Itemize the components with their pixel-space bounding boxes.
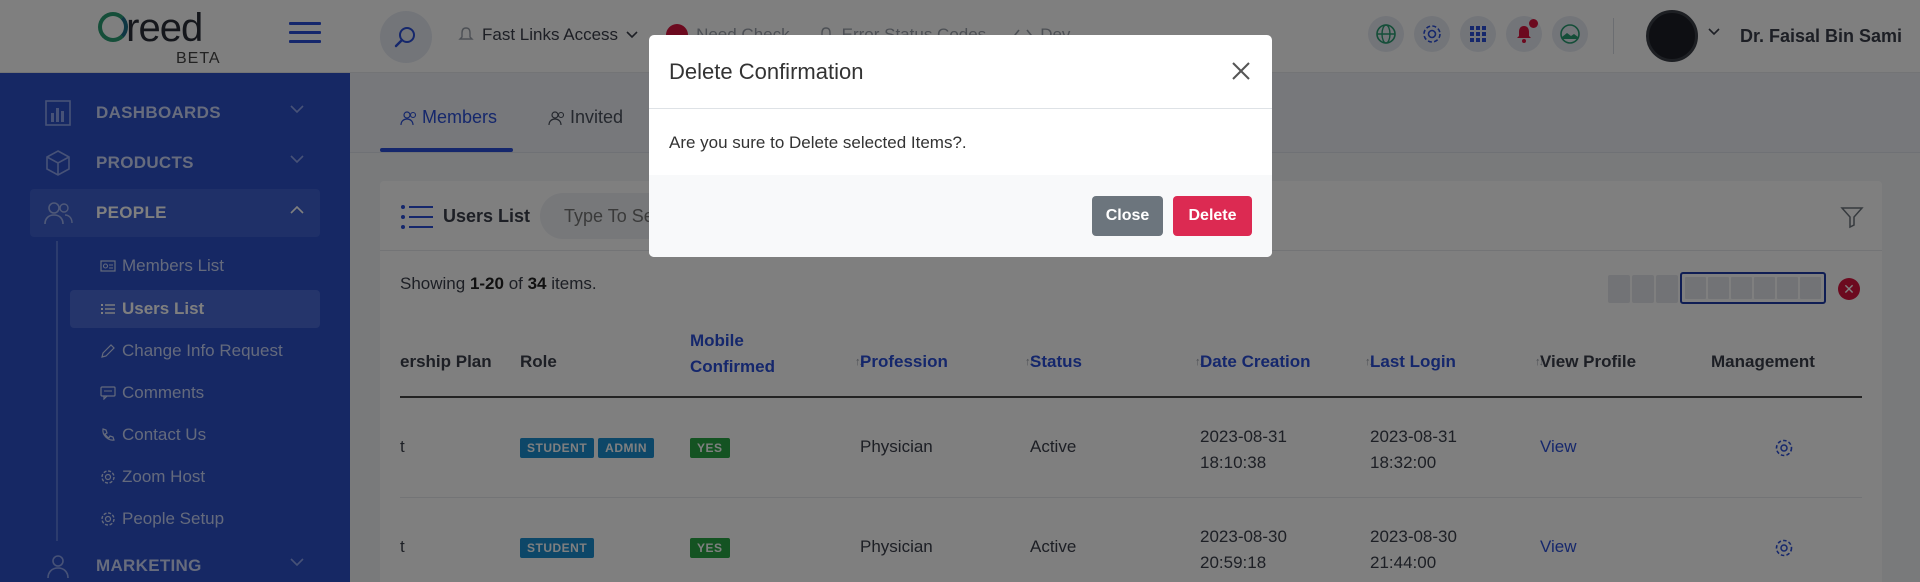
modal-title: Delete Confirmation bbox=[669, 59, 864, 84]
close-button[interactable]: Close bbox=[1092, 196, 1163, 236]
modal-footer: Close Delete bbox=[649, 175, 1272, 257]
modal-message: Are you sure to Delete selected Items?. bbox=[669, 133, 967, 152]
close-icon[interactable] bbox=[1229, 59, 1253, 83]
delete-button[interactable]: Delete bbox=[1173, 196, 1252, 236]
delete-confirmation-modal: Delete Confirmation Are you sure to Dele… bbox=[649, 35, 1272, 257]
modal-header: Delete Confirmation bbox=[649, 35, 1272, 109]
